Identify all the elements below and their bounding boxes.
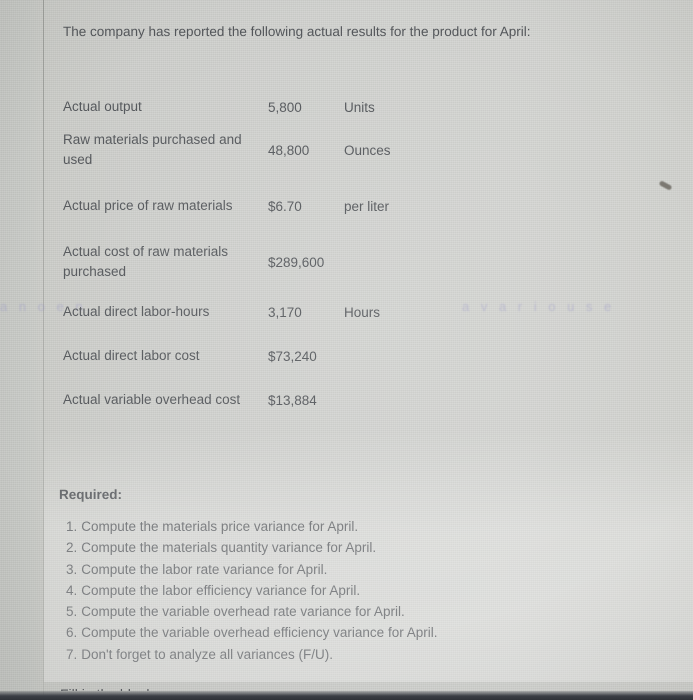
fact-value: 3,170: [268, 304, 302, 320]
list-item-text: Compute the variable overhead efficiency…: [81, 625, 438, 641]
table-row: Actual price of raw materials $6.70 per …: [63, 178, 483, 234]
fact-unit: per liter: [344, 198, 390, 214]
fact-unit: Hours: [344, 304, 381, 320]
list-item-text: Compute the materials quantity variance …: [81, 540, 377, 556]
list-item: 3. Compute the labor rate variance for Ap…: [66, 559, 437, 580]
table-row: Actual direct labor cost $73,240: [63, 334, 483, 378]
table-row: Actual variable overhead cost $13,884: [63, 378, 483, 422]
list-item-number: 5.: [66, 604, 78, 620]
required-items-list: 1. Compute the materials price variance f…: [66, 516, 437, 665]
table-row: Actual direct labor-hours 3,170 Hours: [63, 290, 483, 334]
list-item-text: Compute the labor efficiency variance fo…: [81, 582, 361, 598]
document-page: a n o e n a v a r i o u s e The company …: [0, 0, 693, 700]
fact-label: Raw materials purchased and used: [63, 132, 242, 167]
list-item-number: 2.: [66, 540, 78, 556]
fact-value: 48,800: [268, 142, 310, 158]
fact-label: Actual direct labor cost: [63, 348, 200, 364]
required-heading: Required:: [59, 487, 123, 502]
fact-label: Actual output: [63, 99, 142, 115]
list-item-text: Compute the variable overhead rate varia…: [81, 604, 405, 620]
fact-unit: Units: [344, 99, 375, 115]
fact-value: $6.70: [268, 198, 302, 214]
fact-label: Actual price of raw materials: [63, 198, 233, 214]
bleed-through-watermark-right: a v a r i o u s e: [462, 299, 616, 314]
list-item-text: Compute the labor rate variance for Apri…: [81, 561, 328, 577]
list-item-number: 6.: [66, 625, 78, 641]
fact-label: Actual direct labor-hours: [63, 304, 210, 320]
fact-value: $73,240: [268, 348, 317, 364]
margin-rule-line: [43, 0, 44, 700]
stray-mark-artifact: [658, 180, 673, 191]
list-item: 2. Compute the materials quantity varianc…: [66, 537, 437, 558]
list-item: 5. Compute the variable overhead rate var…: [66, 601, 437, 622]
list-item-text: Don't forget to analyze all variances (F…: [81, 646, 333, 662]
fact-value: $13,884: [268, 392, 317, 408]
fact-label: Actual variable overhead cost: [63, 392, 241, 408]
list-item: 4. Compute the labor efficiency variance …: [66, 580, 437, 601]
table-row: Actual cost of raw materials purchased $…: [63, 234, 483, 290]
intro-paragraph: The company has reported the following a…: [63, 24, 531, 39]
table-row: Actual output 5,800 Units: [63, 92, 483, 122]
list-item-number: 1.: [66, 519, 78, 534]
list-item: 6. Compute the variable overhead efficien…: [66, 622, 437, 643]
table-row: Raw materials purchased and used 48,800 …: [63, 122, 483, 178]
fact-unit: Ounces: [344, 142, 391, 158]
list-item-text: Compute the materials price variance for…: [81, 519, 359, 534]
actual-results-table: Actual output 5,800 Units Raw materials …: [63, 92, 483, 422]
list-item-number: 3.: [66, 561, 78, 577]
list-item-number: 4.: [66, 582, 78, 598]
list-item: 1. Compute the materials price variance f…: [66, 516, 437, 537]
bottom-cutoff-band: [0, 691, 693, 700]
list-item-number: 7.: [66, 646, 78, 662]
list-item: 7. Don't forget to analyze all variances …: [66, 644, 437, 665]
fact-value: 5,800: [268, 99, 302, 115]
clipped-text-region: Fill in the blanks: [44, 680, 693, 691]
fact-value: $289,600: [268, 254, 325, 270]
fact-label: Actual cost of raw materials purchased: [63, 244, 229, 279]
